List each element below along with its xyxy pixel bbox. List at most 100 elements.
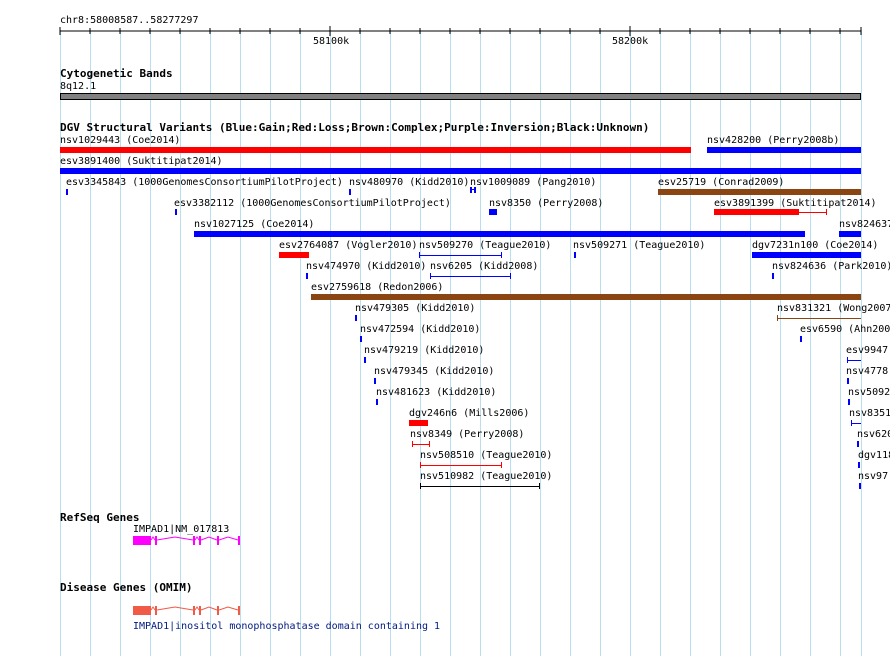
- variant-label: nsv481623 (Kidd2010): [376, 387, 497, 398]
- variant-feature-gain[interactable]: [60, 168, 861, 174]
- variant-end: [510, 273, 511, 279]
- variant-feature-gain[interactable]: [374, 378, 376, 384]
- variant-label: nsv1027125 (Coe2014): [194, 219, 315, 230]
- variant-label: nsv509270 (Teague2010): [419, 240, 552, 251]
- variant-feature-unknown[interactable]: [420, 486, 540, 487]
- ruler-tick-label: 58100k: [313, 36, 350, 47]
- variant-label: esv2764087 (Vogler2010): [279, 240, 418, 251]
- variant-feature-gain[interactable]: [847, 378, 849, 384]
- variant-label: nsv509271 (Teague2010): [573, 240, 706, 251]
- variant-block: [470, 187, 472, 193]
- variant-end: [851, 420, 852, 426]
- variant-label: nsv480970 (Kidd2010): [349, 177, 470, 188]
- variant-feature-gain[interactable]: [419, 255, 502, 256]
- variant-feature-gain[interactable]: [349, 189, 351, 195]
- variant-label: nsv620: [857, 429, 890, 440]
- variant-end: [420, 462, 421, 468]
- variant-end: [430, 273, 431, 279]
- cytoband-label: 8q12.1: [60, 81, 97, 92]
- variant-feature-gain[interactable]: [489, 209, 497, 215]
- omim-gene-label: IMPAD1|inositol monophosphatase domain c…: [133, 621, 441, 632]
- variant-feature-gain[interactable]: [707, 147, 861, 153]
- variant-feature-gain[interactable]: [376, 399, 378, 405]
- genome-browser-panel: chr8:58008587..58277297 58100k 58200k Cy…: [0, 0, 890, 656]
- variant-label: esv6590 (Ahn200: [800, 324, 890, 335]
- variant-block: [474, 187, 476, 193]
- variant-feature-gain[interactable]: [66, 189, 68, 195]
- variant-label: dgv118: [858, 450, 890, 461]
- variant-label: nsv831321 (Wong2007: [777, 303, 890, 314]
- variant-feature-gain[interactable]: [851, 423, 861, 424]
- variant-feature-gain[interactable]: [194, 231, 805, 237]
- variant-feature-loss[interactable]: [412, 444, 430, 445]
- variant-feature-complex[interactable]: [658, 189, 861, 195]
- variant-feature-loss[interactable]: [714, 209, 799, 215]
- variant-label: nsv508510 (Teague2010): [420, 450, 553, 461]
- variant-label: nsv5092: [848, 387, 890, 398]
- variant-feature-gain[interactable]: [364, 357, 366, 363]
- variant-label: esv3891400 (Suktitipat2014): [60, 156, 223, 167]
- variant-label: nsv479305 (Kidd2010): [355, 303, 476, 314]
- variant-feature-loss[interactable]: [279, 252, 309, 258]
- variant-end: [420, 483, 421, 489]
- variant-feature-gain[interactable]: [839, 231, 861, 237]
- variant-feature-gain[interactable]: [175, 209, 177, 215]
- variant-end: [501, 462, 502, 468]
- variant-label: nsv824636 (Park2010): [772, 261, 890, 272]
- variant-label: nsv479345 (Kidd2010): [374, 366, 495, 377]
- variant-label: nsv4778: [846, 366, 889, 377]
- variant-feature-gain[interactable]: [800, 336, 802, 342]
- variant-label: nsv479219 (Kidd2010): [364, 345, 485, 356]
- refseq-gene-model[interactable]: [130, 534, 245, 548]
- omim-track-title: Disease Genes (OMIM): [60, 581, 193, 594]
- variant-label: esv3891399 (Suktitipat2014): [714, 198, 877, 209]
- cytoband-track-title: Cytogenetic Bands: [60, 67, 173, 80]
- variant-feature-gain[interactable]: [772, 273, 774, 279]
- variant-label: nsv824637: [839, 219, 890, 230]
- variant-feature-gain[interactable]: [574, 252, 576, 258]
- variant-end: [429, 441, 430, 447]
- variant-label: nsv510982 (Teague2010): [420, 471, 553, 482]
- variant-label: nsv1009089 (Pang2010): [470, 177, 597, 188]
- variant-label: nsv472594 (Kidd2010): [360, 324, 481, 335]
- variant-end: [777, 315, 778, 321]
- variant-end: [412, 441, 413, 447]
- refseq-track-title: RefSeq Genes: [60, 511, 140, 524]
- variant-label: esv3345843 (1000GenomesConsortiumPilotPr…: [66, 177, 343, 188]
- variant-feature-gain[interactable]: [430, 276, 511, 277]
- omim-gene-model[interactable]: [130, 604, 245, 618]
- variant-feature-loss[interactable]: [420, 465, 502, 466]
- variant-label: esv3382112 (1000GenomesConsortiumPilotPr…: [174, 198, 451, 209]
- variant-feature-gain[interactable]: [858, 462, 860, 468]
- variant-label: nsv6205 (Kidd2008): [430, 261, 539, 272]
- variant-end: [419, 252, 420, 258]
- variant-feature-gain[interactable]: [859, 483, 861, 489]
- variant-feature-gain[interactable]: [355, 315, 357, 321]
- variant-connector: [799, 212, 827, 213]
- variant-feature-complex[interactable]: [311, 294, 861, 300]
- variant-label: nsv1029443 (Coe2014): [60, 135, 181, 146]
- variant-feature-gain[interactable]: [847, 360, 861, 361]
- variant-end: [847, 357, 848, 363]
- variant-feature-gain[interactable]: [306, 273, 308, 279]
- variant-feature-gain[interactable]: [857, 441, 859, 447]
- variant-feature-gain[interactable]: [752, 252, 861, 258]
- variant-feature-loss[interactable]: [60, 147, 691, 153]
- variant-label: nsv8351: [849, 408, 890, 419]
- variant-label: esv9947: [846, 345, 889, 356]
- cytoband-bar[interactable]: [60, 93, 861, 100]
- ruler-scale: [59, 26, 862, 36]
- variant-feature-complex[interactable]: [777, 318, 861, 319]
- variant-end: [501, 252, 502, 258]
- variant-label: nsv474970 (Kidd2010): [306, 261, 427, 272]
- variant-label: esv2759618 (Redon2006): [311, 282, 444, 293]
- variant-end: [826, 209, 827, 215]
- variant-feature-gain[interactable]: [360, 336, 362, 342]
- variant-label: nsv8349 (Perry2008): [410, 429, 525, 440]
- variant-label: nsv97: [858, 471, 889, 482]
- variant-label: nsv428200 (Perry2008b): [707, 135, 840, 146]
- variant-label: esv25719 (Conrad2009): [658, 177, 785, 188]
- variant-feature-gain[interactable]: [848, 399, 850, 405]
- variant-label: dgv246n6 (Mills2006): [409, 408, 530, 419]
- variant-feature-loss[interactable]: [409, 420, 428, 426]
